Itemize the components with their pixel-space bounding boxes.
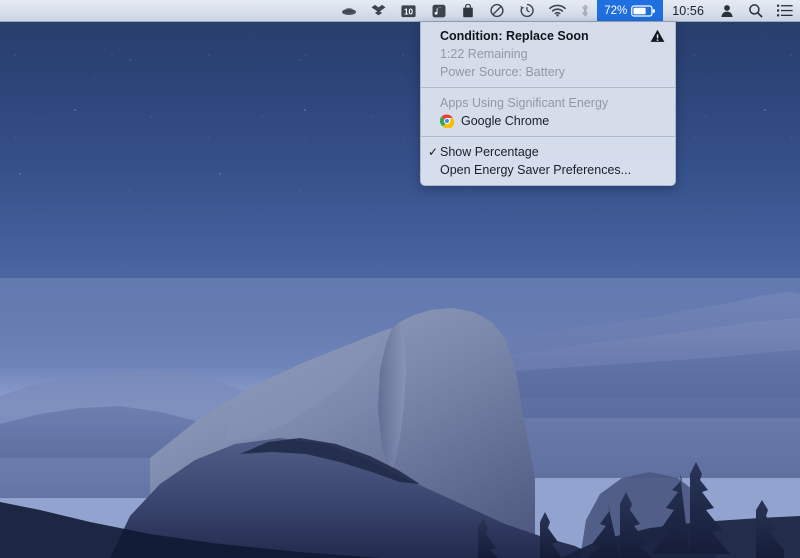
saucer-icon-glyph bbox=[341, 4, 357, 18]
checkmark-icon: ✓ bbox=[428, 144, 438, 160]
menu-divider-1 bbox=[421, 87, 675, 88]
wifi-icon-glyph bbox=[549, 4, 566, 17]
battery-icon bbox=[631, 5, 656, 17]
starfield-layer-2 bbox=[0, 0, 800, 300]
warning-triangle-icon bbox=[650, 29, 665, 43]
menu-actions-section: ✓ Show Percentage Open Energy Saver Pref… bbox=[421, 141, 675, 181]
time-machine-icon-glyph bbox=[519, 3, 535, 18]
time-machine-icon[interactable] bbox=[512, 0, 542, 21]
list-icon[interactable] bbox=[770, 0, 800, 21]
bag-icon[interactable] bbox=[454, 0, 482, 21]
bag-icon-glyph bbox=[461, 4, 475, 18]
chrome-icon bbox=[440, 114, 454, 128]
apps-using-energy-header: Apps Using Significant Energy bbox=[421, 94, 675, 112]
menubar-clock[interactable]: 10:56 bbox=[663, 0, 713, 21]
battery-power-source-label: Power Source: Battery bbox=[440, 65, 565, 79]
battery-condition-label: Condition: Replace Soon bbox=[440, 29, 589, 43]
menu-divider-2 bbox=[421, 136, 675, 137]
music-note-icon[interactable] bbox=[424, 0, 454, 21]
bluetooth-icon[interactable] bbox=[573, 0, 597, 21]
user-icon-glyph bbox=[720, 4, 734, 18]
chrome-icon-glyph bbox=[440, 114, 454, 128]
search-icon-glyph bbox=[748, 3, 763, 18]
calendar-10-icon[interactable]: 10 bbox=[393, 0, 424, 21]
mountain-scenery bbox=[0, 278, 800, 558]
menu-bar: 10 bbox=[0, 0, 800, 22]
warning-triangle-icon-glyph bbox=[650, 29, 665, 43]
bluetooth-icon-glyph bbox=[580, 3, 590, 18]
open-energy-saver-preferences-item[interactable]: Open Energy Saver Preferences... bbox=[421, 161, 675, 179]
battery-status-item[interactable]: 72% bbox=[597, 0, 663, 21]
battery-info-section: Condition: Replace Soon 1:22 Remaining P… bbox=[421, 25, 675, 83]
battery-power-source-row: Power Source: Battery bbox=[421, 63, 675, 81]
battery-time-remaining-row: 1:22 Remaining bbox=[421, 45, 675, 63]
dropbox-icon-glyph bbox=[371, 4, 386, 18]
show-percentage-item[interactable]: ✓ Show Percentage bbox=[421, 143, 675, 161]
apps-using-energy-label: Apps Using Significant Energy bbox=[440, 96, 608, 110]
list-icon-glyph bbox=[777, 4, 793, 17]
calendar-10-icon-glyph: 10 bbox=[400, 4, 417, 18]
desktop-wallpaper bbox=[0, 0, 800, 558]
significant-energy-section: Apps Using Significant Energy Google Chr… bbox=[421, 92, 675, 132]
energy-app-item-chrome[interactable]: Google Chrome bbox=[421, 112, 675, 130]
battery-condition-row: Condition: Replace Soon bbox=[421, 27, 675, 45]
search-icon[interactable] bbox=[741, 0, 770, 21]
saucer-icon[interactable] bbox=[334, 0, 364, 21]
do-not-disturb-icon-glyph bbox=[489, 3, 505, 18]
dropbox-icon[interactable] bbox=[364, 0, 393, 21]
music-note-icon-glyph bbox=[431, 4, 447, 18]
show-percentage-label: Show Percentage bbox=[440, 145, 539, 159]
energy-app-name: Google Chrome bbox=[461, 114, 549, 128]
desktop-screen: 10 bbox=[0, 0, 800, 558]
do-not-disturb-icon[interactable] bbox=[482, 0, 512, 21]
wifi-icon[interactable] bbox=[542, 0, 573, 21]
user-icon[interactable] bbox=[713, 0, 741, 21]
battery-percentage-label: 72% bbox=[604, 5, 627, 17]
open-energy-saver-preferences-label: Open Energy Saver Preferences... bbox=[440, 163, 631, 177]
svg-text:10: 10 bbox=[404, 7, 413, 16]
battery-time-remaining-label: 1:22 Remaining bbox=[440, 47, 528, 61]
battery-status-menu: Condition: Replace Soon 1:22 Remaining P… bbox=[420, 22, 676, 186]
